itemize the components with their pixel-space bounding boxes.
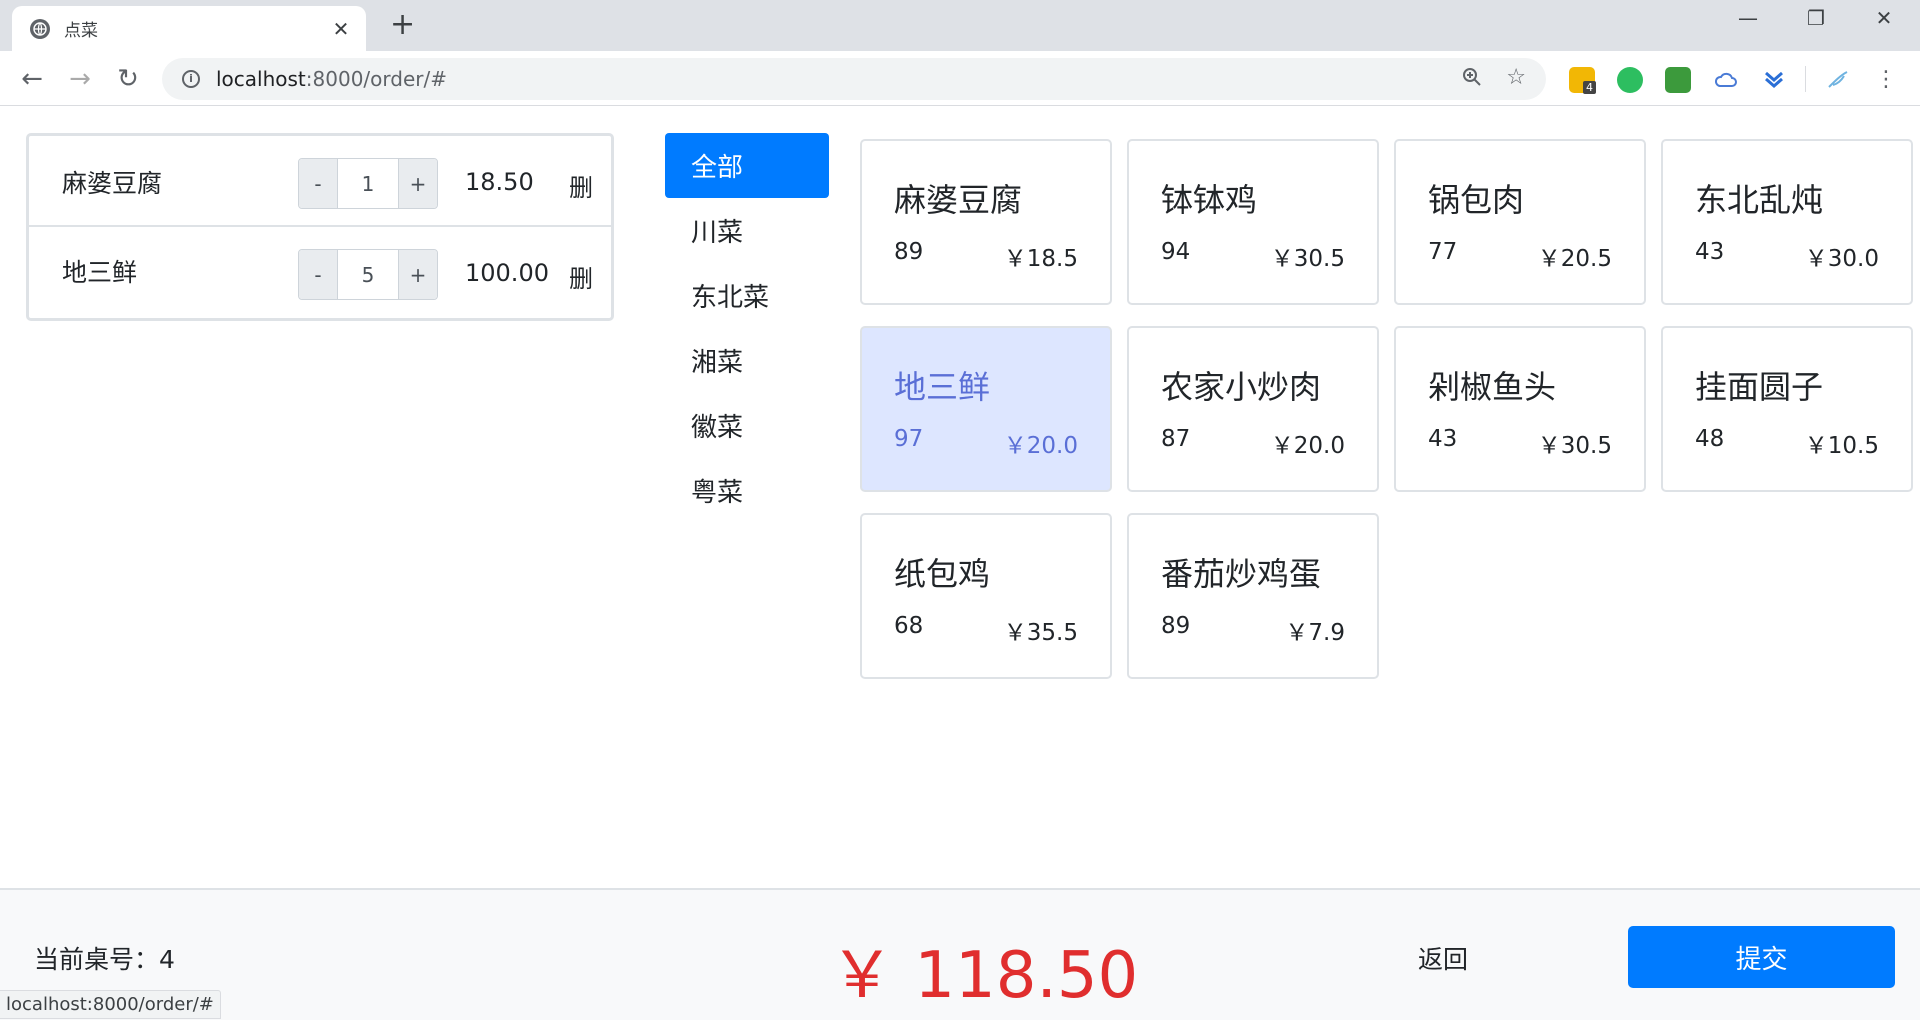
status-bar-url: localhost:8000/order/#	[0, 990, 221, 1019]
order-cart: 麻婆豆腐 - 1 + 18.50 删 地三鲜 - 5 + 100.00 删	[26, 133, 614, 321]
dish-name: 农家小炒肉	[1161, 368, 1322, 406]
table-number-label: 当前桌号：4	[34, 945, 175, 974]
dish-sales: 97	[894, 426, 924, 452]
site-info-icon[interactable]: i	[182, 70, 200, 88]
browser-toolbar: ← → ↻ i localhost:8000/order/# ☆ 4 ⋮	[0, 51, 1920, 106]
url-host: localhost	[216, 67, 306, 91]
category-anhui[interactable]: 徽菜	[665, 393, 829, 458]
dish-sales: 87	[1161, 426, 1191, 452]
new-tab-icon[interactable]: +	[390, 10, 415, 40]
dish-sales: 89	[1161, 613, 1191, 639]
dish-sales: 77	[1428, 239, 1458, 265]
increase-button[interactable]: +	[399, 159, 437, 208]
decrease-button[interactable]: -	[299, 159, 337, 208]
category-dongbei[interactable]: 东北菜	[665, 263, 829, 328]
quantity-input[interactable]: 5	[337, 250, 399, 299]
close-tab-icon[interactable]: ✕	[330, 17, 352, 41]
back-arrow-icon[interactable]: ←	[14, 61, 50, 97]
dish-price: ￥20.0	[1003, 433, 1078, 459]
browser-menu-icon[interactable]: ⋮	[1868, 61, 1904, 97]
dish-price: ￥20.5	[1537, 246, 1612, 272]
dish-sales: 68	[894, 613, 924, 639]
dish-price: ￥30.0	[1804, 246, 1879, 272]
address-bar[interactable]: i localhost:8000/order/# ☆	[162, 58, 1546, 100]
order-footer: 当前桌号：4 ￥ 118.50 返回 提交	[0, 888, 1920, 1020]
delete-item-button[interactable]: 删	[569, 259, 593, 294]
close-window-icon[interactable]: ✕	[1864, 6, 1904, 30]
cart-row: 地三鲜 - 5 + 100.00 删	[29, 227, 611, 318]
dish-price: ￥18.5	[1003, 246, 1078, 272]
dish-price: ￥30.5	[1537, 433, 1612, 459]
cart-item-subtotal: 18.50	[465, 168, 534, 196]
dish-price: ￥30.5	[1270, 246, 1345, 272]
back-link[interactable]: 返回	[1418, 940, 1468, 976]
forward-arrow-icon[interactable]: →	[62, 61, 98, 97]
zoom-icon[interactable]	[1462, 67, 1482, 92]
cart-item-name: 地三鲜	[62, 258, 138, 287]
dish-name: 剁椒鱼头	[1428, 368, 1557, 406]
increase-button[interactable]: +	[399, 250, 437, 299]
category-hunan[interactable]: 湘菜	[665, 328, 829, 393]
dish-card[interactable]: 东北乱炖 43 ￥30.0	[1661, 139, 1913, 305]
decrease-button[interactable]: -	[299, 250, 337, 299]
cart-item-name: 麻婆豆腐	[62, 169, 163, 198]
evernote-icon[interactable]	[1617, 67, 1643, 93]
dish-sales: 43	[1428, 426, 1458, 452]
cart-item-subtotal: 100.00	[465, 259, 549, 287]
dish-sales: 94	[1161, 239, 1191, 265]
dish-price: ￥35.5	[1003, 620, 1078, 646]
toolbar-separator	[1805, 66, 1806, 92]
extension-refresh-icon[interactable]	[1665, 67, 1691, 93]
submit-button[interactable]: 提交	[1628, 926, 1895, 988]
order-page: 麻婆豆腐 - 1 + 18.50 删 地三鲜 - 5 + 100.00 删 全部…	[0, 107, 1920, 888]
minimize-icon[interactable]: —	[1728, 6, 1768, 30]
dish-card[interactable]: 农家小炒肉 87 ￥20.0	[1127, 326, 1379, 492]
dish-price: ￥10.5	[1804, 433, 1879, 459]
browser-tab[interactable]: 点菜 ✕	[12, 6, 366, 51]
dish-name: 番茄炒鸡蛋	[1161, 555, 1322, 593]
dish-sales: 89	[894, 239, 924, 265]
category-cantonese[interactable]: 粤菜	[665, 458, 829, 523]
cart-row: 麻婆豆腐 - 1 + 18.50 删	[29, 136, 611, 227]
dish-card[interactable]: 番茄炒鸡蛋 89 ￥7.9	[1127, 513, 1379, 679]
tab-title: 点菜	[64, 21, 98, 41]
dish-card[interactable]: 锅包肉 77 ￥20.5	[1394, 139, 1646, 305]
extension-feather-icon[interactable]	[1825, 67, 1851, 93]
dish-name: 钵钵鸡	[1161, 181, 1258, 219]
url-path: :8000/order/#	[305, 67, 447, 91]
dish-card-selected[interactable]: 地三鲜 97 ￥20.0	[860, 326, 1112, 492]
bookmark-star-icon[interactable]: ☆	[1506, 65, 1526, 90]
reload-icon[interactable]: ↻	[110, 61, 146, 97]
dish-card[interactable]: 钵钵鸡 94 ￥30.5	[1127, 139, 1379, 305]
dish-card[interactable]: 纸包鸡 68 ￥35.5	[860, 513, 1112, 679]
category-sichuan[interactable]: 川菜	[665, 198, 829, 263]
dish-price: ￥7.9	[1285, 620, 1345, 646]
category-all[interactable]: 全部	[665, 133, 829, 198]
delete-item-button[interactable]: 删	[569, 168, 593, 203]
order-total: ￥ 118.50	[830, 939, 1139, 1013]
dish-name: 锅包肉	[1428, 181, 1525, 219]
dish-name: 挂面圆子	[1695, 368, 1824, 406]
browser-tab-strip: 点菜 ✕ + — ❐ ✕	[0, 0, 1920, 51]
dish-card[interactable]: 挂面圆子 48 ￥10.5	[1661, 326, 1913, 492]
dish-card[interactable]: 剁椒鱼头 43 ￥30.5	[1394, 326, 1646, 492]
extension-chevrons-icon[interactable]	[1761, 67, 1787, 93]
dish-name: 东北乱炖	[1695, 181, 1824, 219]
cloud-icon[interactable]	[1713, 67, 1739, 93]
quantity-input[interactable]: 1	[337, 159, 399, 208]
quantity-stepper: - 5 +	[298, 249, 438, 300]
restore-icon[interactable]: ❐	[1796, 6, 1836, 30]
url-text: localhost:8000/order/#	[216, 67, 447, 91]
dish-sales: 43	[1695, 239, 1725, 265]
category-nav: 全部 川菜 东北菜 湘菜 徽菜 粤菜	[665, 133, 829, 523]
dish-card[interactable]: 麻婆豆腐 89 ￥18.5	[860, 139, 1112, 305]
dish-name: 纸包鸡	[894, 555, 991, 593]
extension-badge: 4	[1583, 81, 1596, 94]
quantity-stepper: - 1 +	[298, 158, 438, 209]
dish-sales: 48	[1695, 426, 1725, 452]
dish-price: ￥20.0	[1270, 433, 1345, 459]
globe-icon	[30, 18, 50, 39]
dish-name: 地三鲜	[894, 368, 991, 406]
dish-name: 麻婆豆腐	[894, 181, 1023, 219]
